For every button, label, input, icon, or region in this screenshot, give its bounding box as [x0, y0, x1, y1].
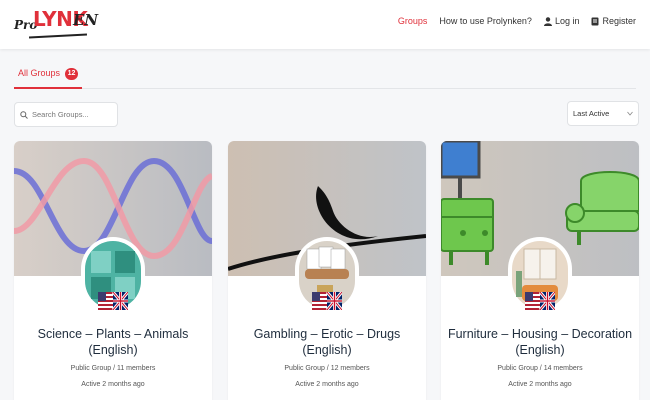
group-tabs: All Groups 12 — [14, 62, 636, 89]
nav-login-label: Log in — [554, 16, 580, 26]
logo-underline — [28, 33, 88, 39]
group-last-active: Active 2 months ago — [295, 381, 359, 388]
search-icon — [20, 110, 28, 119]
english-flag-icon — [525, 292, 555, 310]
group-title-line1: Science – Plants – Animals — [37, 327, 189, 341]
group-title-line1: Furniture – Housing – Decoration — [447, 327, 633, 341]
register-icon — [591, 17, 599, 25]
group-meta: Public Group / 12 members — [284, 365, 370, 372]
tab-all-groups[interactable]: All Groups 12 — [14, 62, 83, 89]
nav-groups-label: Groups — [397, 16, 428, 26]
group-last-active: Active 2 months ago — [81, 381, 145, 388]
nav-how-to-use[interactable]: How to use Prolynken? — [439, 16, 532, 26]
chevron-down-icon — [627, 111, 633, 116]
group-title[interactable]: Furniture – Housing – Decoration (Englis… — [447, 326, 633, 358]
prolynken-logo[interactable]: Pro LYNK EN — [14, 5, 98, 43]
group-title-line1: Gambling – Erotic – Drugs — [253, 327, 401, 341]
logo-en: EN — [73, 11, 99, 29]
search-input[interactable] — [32, 110, 112, 119]
nav-groups[interactable]: Groups — [398, 16, 428, 26]
nav-register-label: Register — [602, 16, 636, 26]
group-title-line2: (English) — [88, 343, 138, 357]
groups-count-badge: 12 — [65, 68, 79, 80]
group-card-gambling[interactable]: Gambling – Erotic – Drugs (English) Publ… — [228, 141, 426, 400]
sort-select[interactable]: Last Active — [567, 101, 639, 126]
english-flag-icon — [98, 292, 128, 310]
group-last-active: Active 2 months ago — [508, 381, 572, 388]
group-meta: Public Group / 14 members — [497, 365, 583, 372]
english-flag-icon — [312, 292, 342, 310]
sort-selected-value: Last Active — [573, 109, 610, 118]
search-box — [14, 102, 118, 127]
tab-all-groups-label: All Groups — [18, 68, 61, 78]
site-header: Pro LYNK EN Groups How to use Prolynken?… — [0, 0, 650, 49]
nav-how-to-use-label: How to use Prolynken? — [439, 16, 532, 26]
group-card-furniture[interactable]: Furniture – Housing – Decoration (Englis… — [441, 141, 639, 400]
nav-register[interactable]: Register — [591, 16, 636, 26]
group-title[interactable]: Science – Plants – Animals (English) — [20, 326, 206, 358]
group-title-line2: (English) — [302, 343, 352, 357]
group-title[interactable]: Gambling – Erotic – Drugs (English) — [234, 326, 420, 358]
group-card-science[interactable]: Science – Plants – Animals (English) Pub… — [14, 141, 212, 400]
group-meta: Public Group / 11 members — [70, 365, 156, 372]
group-title-line2: (English) — [515, 343, 565, 357]
user-icon — [543, 16, 552, 26]
main-nav: Groups How to use Prolynken? Log in Regi… — [386, 16, 636, 26]
nav-login[interactable]: Log in — [543, 16, 580, 26]
